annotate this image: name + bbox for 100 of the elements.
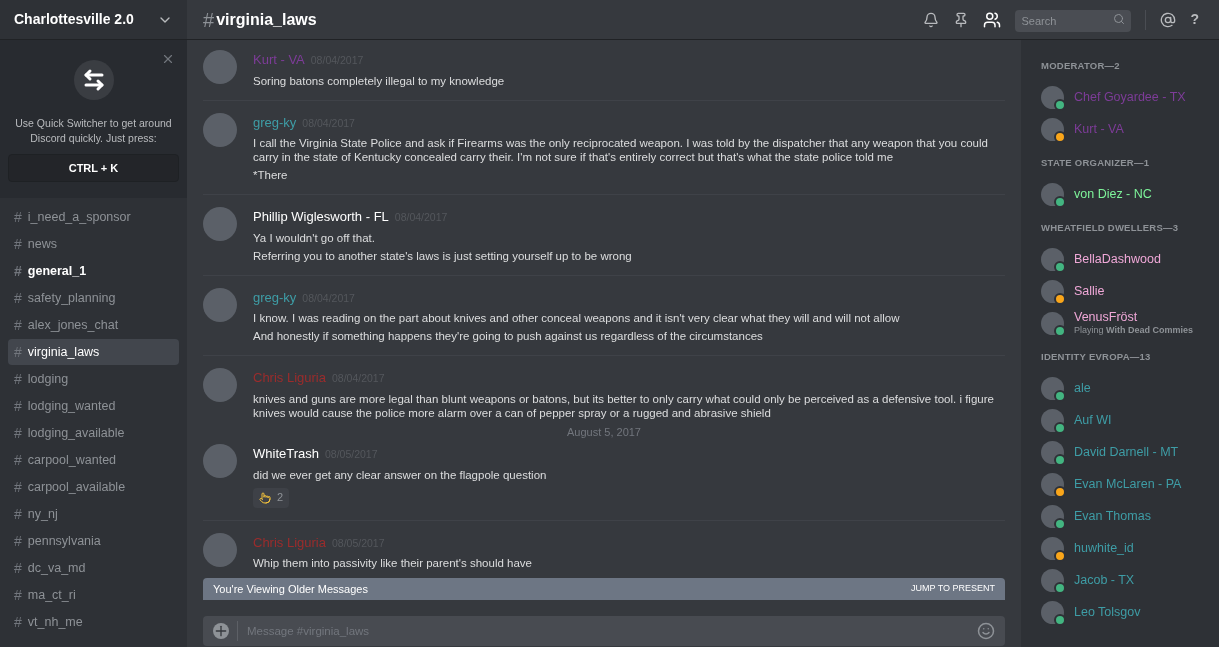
mentions-icon[interactable] xyxy=(1160,11,1177,28)
search-field[interactable]: Search xyxy=(1015,9,1132,32)
hash-icon: # xyxy=(14,206,22,228)
hash-icon: # xyxy=(14,530,22,552)
member-name[interactable]: VenusFröst xyxy=(1074,310,1193,325)
help-icon[interactable]: ? xyxy=(1190,9,1199,30)
hash-icon: # xyxy=(14,476,22,498)
hash-icon: # xyxy=(14,503,22,525)
avatar xyxy=(203,112,237,147)
search-icon xyxy=(1113,12,1126,25)
member-name[interactable]: BellaDashwood xyxy=(1074,251,1161,267)
channel-item[interactable]: # lodging_wanted xyxy=(8,393,179,419)
channel-item[interactable]: # virginia_laws xyxy=(8,339,179,365)
hash-icon: # xyxy=(203,4,215,35)
channel-name: lodging xyxy=(27,370,69,388)
message-text: I call the Virginia State Police and ask if Firearms was the only reciprocated weapon. I was told by the dispatcher that any weapon that you could carry in the state of Kentucky concealed carry their. I'm not sure if that's entirely correct but that's what the state police told me xyxy=(253,136,989,164)
hash-icon: # xyxy=(14,557,22,579)
emoji-icon[interactable] xyxy=(977,622,995,640)
bell-icon[interactable] xyxy=(923,11,940,28)
avatar xyxy=(203,444,237,478)
quick-switcher-text: Use Quick Switcher to get around Discord quickly. Just press: xyxy=(14,116,173,146)
avatar xyxy=(1041,408,1064,432)
member-name[interactable]: David Darnell - MT xyxy=(1074,444,1179,460)
channel-item[interactable]: # ny_nj xyxy=(8,501,179,527)
avatar xyxy=(203,368,237,402)
avatar xyxy=(1041,376,1064,400)
channel-name: carpool_wanted xyxy=(27,451,117,469)
hash-icon: # xyxy=(14,260,22,282)
channel-name: lodging_wanted xyxy=(27,397,116,415)
member-name[interactable]: Leo Tolsgov xyxy=(1074,604,1141,620)
member-name[interactable]: Sallie xyxy=(1074,283,1105,299)
member-name[interactable]: huwhite_id xyxy=(1074,540,1134,556)
member-name[interactable]: Jacob - TX xyxy=(1074,572,1135,588)
reaction-chip[interactable]: 2 xyxy=(253,487,290,508)
channel-item[interactable]: # carpool_available xyxy=(8,474,179,500)
banner-text: You're Viewing Older Messages xyxy=(213,581,368,597)
avatar xyxy=(203,207,237,241)
hash-icon: # xyxy=(14,287,22,309)
channel-item[interactable]: # lodging xyxy=(8,366,179,392)
message-text: *There xyxy=(253,168,289,182)
channel-item[interactable]: # i_need_a_sponsor xyxy=(8,204,179,230)
channel-item[interactable]: # lodging_available xyxy=(8,420,179,446)
hash-icon: # xyxy=(14,422,22,444)
member-name[interactable]: Auf WI xyxy=(1074,412,1112,428)
author-name[interactable]: Phillip Wiglesworth - FL xyxy=(253,207,389,227)
hash-icon: # xyxy=(14,449,22,471)
channel-name: virginia_laws xyxy=(27,343,100,361)
jump-to-present-button[interactable]: JUMP TO PRESENT xyxy=(910,582,995,596)
member-name[interactable]: ale xyxy=(1074,380,1091,396)
shortcut-button[interactable]: CTRL + K xyxy=(8,154,179,182)
message-text: knives and guns are more legal than blunt weapons or batons, but its better to only carry what could only be perceived as a defensive tool. i figure knives would cause the police more alarm over a can of pepper spray or a rugged and abrasive shield xyxy=(253,391,995,420)
channel-item[interactable]: # ma_ct_ri xyxy=(8,582,179,608)
channel-name: safety_planning xyxy=(27,289,116,307)
channel-name: general_1 xyxy=(27,262,87,280)
avatar xyxy=(203,50,237,84)
channel-name: vt_nh_me xyxy=(27,613,83,631)
channel-name: news xyxy=(27,235,57,253)
hash-icon: # xyxy=(14,341,22,363)
channel-name: carpool_available xyxy=(27,478,126,496)
hash-icon: # xyxy=(14,584,22,606)
channel-name: dc_va_md xyxy=(27,559,86,577)
channel-item[interactable]: # vt_nh_me xyxy=(8,609,179,635)
channel-item[interactable]: # dc_va_md xyxy=(8,555,179,581)
avatar xyxy=(1041,504,1064,528)
pointing-hand-icon xyxy=(259,491,271,504)
channel-item[interactable]: # carpool_wanted xyxy=(8,447,179,473)
avatar xyxy=(1041,311,1064,335)
role-heading: IDENTITY EVROPA—13 xyxy=(1041,351,1152,362)
channel-name: i_need_a_sponsor xyxy=(27,208,131,226)
author-name[interactable]: WhiteTrash xyxy=(253,444,319,464)
channel-name: ma_ct_ri xyxy=(27,586,76,604)
hash-icon: # xyxy=(14,611,22,633)
channel-title: virginia_laws xyxy=(216,9,317,30)
channel-item[interactable]: # safety_planning xyxy=(8,285,179,311)
member-activity: Playing With Dead Commies xyxy=(1074,325,1193,336)
role-heading: MODERATOR—2 xyxy=(1041,60,1121,71)
hash-icon: # xyxy=(14,314,22,336)
channel-item[interactable]: # general_1 xyxy=(8,258,179,284)
member-name[interactable]: von Diez - NC xyxy=(1074,186,1152,202)
author-name[interactable]: greg-ky xyxy=(253,112,297,132)
date-divider: August 5, 2017 xyxy=(566,424,642,440)
members-icon[interactable] xyxy=(983,10,1002,29)
close-icon[interactable] xyxy=(161,52,175,66)
channel-item[interactable]: # pennsylvania xyxy=(8,528,179,554)
role-heading: WHEATFIELD DWELLERS—3 xyxy=(1041,222,1180,233)
member-name[interactable]: Evan Thomas xyxy=(1074,508,1151,524)
message-text: Referring you to another state's laws is just setting yourself up to be wrong xyxy=(253,248,632,263)
channel-name: pennsylvania xyxy=(27,532,101,550)
message-text: Whip them into passivity like their parent's should have xyxy=(253,556,532,570)
channel-item[interactable]: # alex_jones_chat xyxy=(8,312,179,338)
message-text: And honestly if something happens they're going to push against us regardless of the circumstances xyxy=(253,329,764,343)
author-name[interactable]: greg-ky xyxy=(253,287,297,307)
channel-item[interactable]: # news xyxy=(8,231,179,257)
member-name[interactable]: Evan McLaren - PA xyxy=(1074,476,1182,492)
message-text: did we ever get any clear answer on the flagpole question xyxy=(253,467,547,482)
role-heading: STATE ORGANIZER—1 xyxy=(1041,157,1151,168)
hash-icon: # xyxy=(14,233,22,255)
avatar xyxy=(203,532,237,567)
channel-name: alex_jones_chat xyxy=(27,316,119,334)
switch-arrows-icon xyxy=(73,60,114,100)
